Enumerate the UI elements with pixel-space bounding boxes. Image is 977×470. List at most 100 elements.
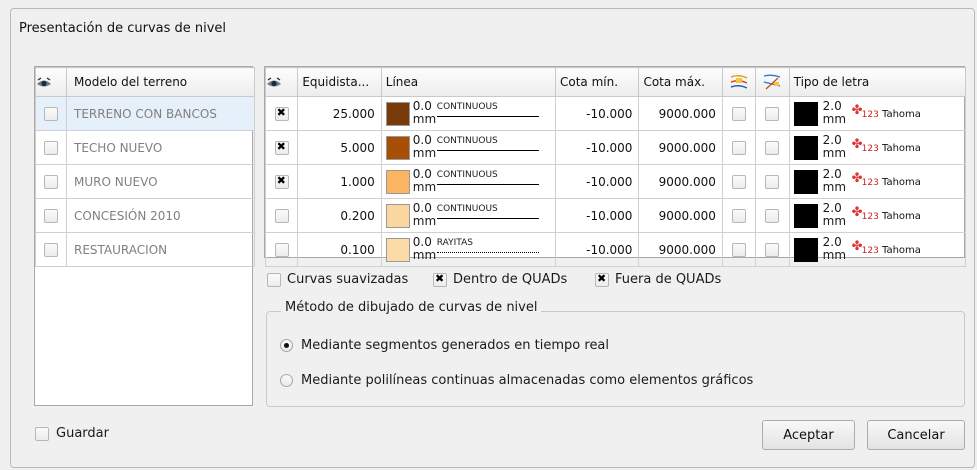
contour-row[interactable]: 5.0000.0mmCONTINUOUS-10.0009000.000 2.0mm… (264, 130, 967, 165)
contour-visibility-checkbox[interactable] (274, 174, 289, 189)
label-contours-header[interactable] (721, 67, 757, 97)
line-color-swatch[interactable] (385, 204, 410, 228)
contour-row[interactable]: 1.0000.0mmCONTINUOUS-10.0009000.000 2.0mm… (264, 164, 967, 199)
font-color-swatch[interactable] (793, 170, 818, 194)
equidistance-value[interactable]: 5.000 (297, 130, 382, 165)
terrain-visibility-checkbox[interactable] (44, 174, 58, 189)
terrain-visibility-checkbox[interactable] (44, 140, 58, 155)
outside-quads-checkbox[interactable] (595, 272, 609, 287)
font-color-swatch[interactable] (793, 204, 818, 228)
inside-quads-checkbox[interactable] (433, 272, 447, 287)
font-size-unit: mm (822, 248, 847, 262)
font-cell[interactable]: 2.0 mm ✤ 123 Tahoma (788, 198, 967, 233)
accept-button[interactable]: Aceptar (762, 420, 855, 450)
line-color-swatch[interactable] (385, 102, 410, 126)
contour-visibility-checkbox[interactable] (274, 242, 289, 257)
terrain-row[interactable]: TERRENO CON BANCOS (35, 96, 255, 131)
equidistance-value[interactable]: 0.100 (297, 232, 382, 267)
terrain-visibility-checkbox[interactable] (44, 242, 58, 257)
label-text-checkbox[interactable] (765, 242, 780, 257)
label-contours-checkbox[interactable] (732, 208, 747, 223)
font-size-value: 2.0 (822, 133, 842, 147)
terrain-row[interactable]: CONCESIÓN 2010 (35, 198, 255, 233)
terrain-model-panel: Modelo del terreno TERRENO CON BANCOS TE… (34, 66, 255, 406)
inside-quads-option[interactable]: Dentro de QUADs (433, 272, 567, 287)
contour-visibility-header[interactable] (264, 67, 299, 97)
label-text-checkbox[interactable] (765, 208, 780, 223)
line-sample (436, 150, 539, 151)
label-contours-checkbox[interactable] (732, 242, 747, 257)
realtime-method-radio[interactable] (280, 339, 293, 352)
contour-visibility-checkbox[interactable] (274, 140, 289, 155)
max-elevation-value[interactable]: 9000.000 (638, 232, 723, 267)
line-color-swatch[interactable] (385, 170, 410, 194)
smooth-curves-checkbox[interactable] (267, 272, 281, 287)
min-elevation-value[interactable]: -10.000 (554, 198, 640, 233)
save-checkbox[interactable] (35, 426, 49, 441)
equidistance-header[interactable]: Equidista... (297, 67, 382, 97)
eye-icon (267, 77, 282, 89)
font-cell[interactable]: 2.0 mm ✤ 123 Tahoma (788, 96, 967, 131)
label-text-header[interactable] (755, 67, 790, 97)
equidistance-value[interactable]: 25.000 (297, 96, 382, 131)
min-elevation-value[interactable]: -10.000 (554, 130, 640, 165)
label-contours-checkbox[interactable] (732, 140, 747, 155)
line-style-cell[interactable]: 0.0 mm CONTINUOUS (380, 96, 556, 131)
font-size-unit: mm (822, 146, 847, 160)
font-name-label: Tahoma (882, 143, 921, 154)
label-contours-checkbox[interactable] (732, 106, 747, 121)
font-color-swatch[interactable] (793, 238, 818, 262)
line-header[interactable]: Línea (380, 67, 556, 97)
font-cell[interactable]: 2.0 mm ✤ 123 Tahoma (788, 232, 967, 267)
terrain-model-header[interactable]: Modelo del terreno (66, 67, 255, 97)
font-header[interactable]: Tipo de letra (788, 67, 967, 97)
line-width-value: 0.0 (412, 99, 432, 113)
contour-row[interactable]: 25.0000.0mmCONTINUOUS-10.0009000.000 2.0m… (264, 96, 967, 131)
polyline-method-radio[interactable] (280, 374, 293, 387)
terrain-name: TECHO NUEVO (66, 130, 255, 165)
line-style-cell[interactable]: 0.0 mm CONTINUOUS (380, 164, 556, 199)
min-elevation-value[interactable]: -10.000 (554, 232, 640, 267)
font-cell[interactable]: 2.0 mm ✤ 123 Tahoma (788, 130, 967, 165)
line-style-cell[interactable]: 0.0 mm CONTINUOUS (380, 130, 556, 165)
smooth-curves-option[interactable]: Curvas suavizadas (267, 272, 408, 287)
min-elevation-header[interactable]: Cota mín. (554, 67, 640, 97)
min-elevation-value[interactable]: -10.000 (554, 164, 640, 199)
label-text-checkbox[interactable] (765, 106, 780, 121)
equidistance-value[interactable]: 0.200 (297, 198, 382, 233)
outside-quads-option[interactable]: Fuera de QUADs (595, 272, 721, 287)
max-elevation-value[interactable]: 9000.000 (638, 96, 723, 131)
terrain-row[interactable]: MURO NUEVO (35, 164, 255, 199)
label-contours-checkbox[interactable] (732, 174, 747, 189)
label-text-checkbox[interactable] (765, 174, 780, 189)
visibility-column-header[interactable] (35, 67, 67, 97)
realtime-method-option[interactable]: Mediante segmentos generados en tiempo r… (280, 338, 609, 353)
max-elevation-value[interactable]: 9000.000 (638, 130, 723, 165)
terrain-row[interactable]: RESTAURACION (35, 232, 255, 267)
contour-visibility-checkbox[interactable] (274, 106, 289, 121)
line-color-swatch[interactable] (385, 136, 410, 160)
font-color-swatch[interactable] (793, 136, 818, 160)
font-color-swatch[interactable] (793, 102, 818, 126)
line-style-cell[interactable]: 0.0 mm CONTINUOUS (380, 198, 556, 233)
terrain-row[interactable]: TECHO NUEVO (35, 130, 255, 165)
contour-row[interactable]: 0.200 0.0 mm CONTINUOUS -10.000 9000.000 2.0 mm… (264, 198, 967, 233)
line-style-cell[interactable]: 0.0 mm RAYITAS (380, 232, 556, 267)
max-elevation-value[interactable]: 9000.000 (638, 198, 723, 233)
line-type-name: CONTINUOUS (436, 136, 498, 146)
cancel-button[interactable]: Cancelar (867, 420, 965, 450)
max-elevation-header[interactable]: Cota máx. (638, 67, 723, 97)
min-elevation-value[interactable]: -10.000 (554, 96, 640, 131)
font-size-unit: mm (822, 112, 847, 126)
line-color-swatch[interactable] (385, 238, 410, 262)
label-text-checkbox[interactable] (765, 140, 780, 155)
contour-row[interactable]: 0.100 0.0 mm RAYITAS -10.000 9000.000 2.0 mm ✤ 12… (264, 232, 967, 267)
save-option[interactable]: Guardar (35, 426, 109, 441)
font-cell[interactable]: 2.0 mm ✤ 123 Tahoma (788, 164, 967, 199)
polyline-method-option[interactable]: Mediante polilíneas continuas almacenada… (280, 373, 753, 388)
terrain-visibility-checkbox[interactable] (44, 106, 58, 121)
contour-visibility-checkbox[interactable] (274, 208, 289, 223)
max-elevation-value[interactable]: 9000.000 (638, 164, 723, 199)
terrain-visibility-checkbox[interactable] (44, 208, 58, 223)
equidistance-value[interactable]: 1.000 (297, 164, 382, 199)
